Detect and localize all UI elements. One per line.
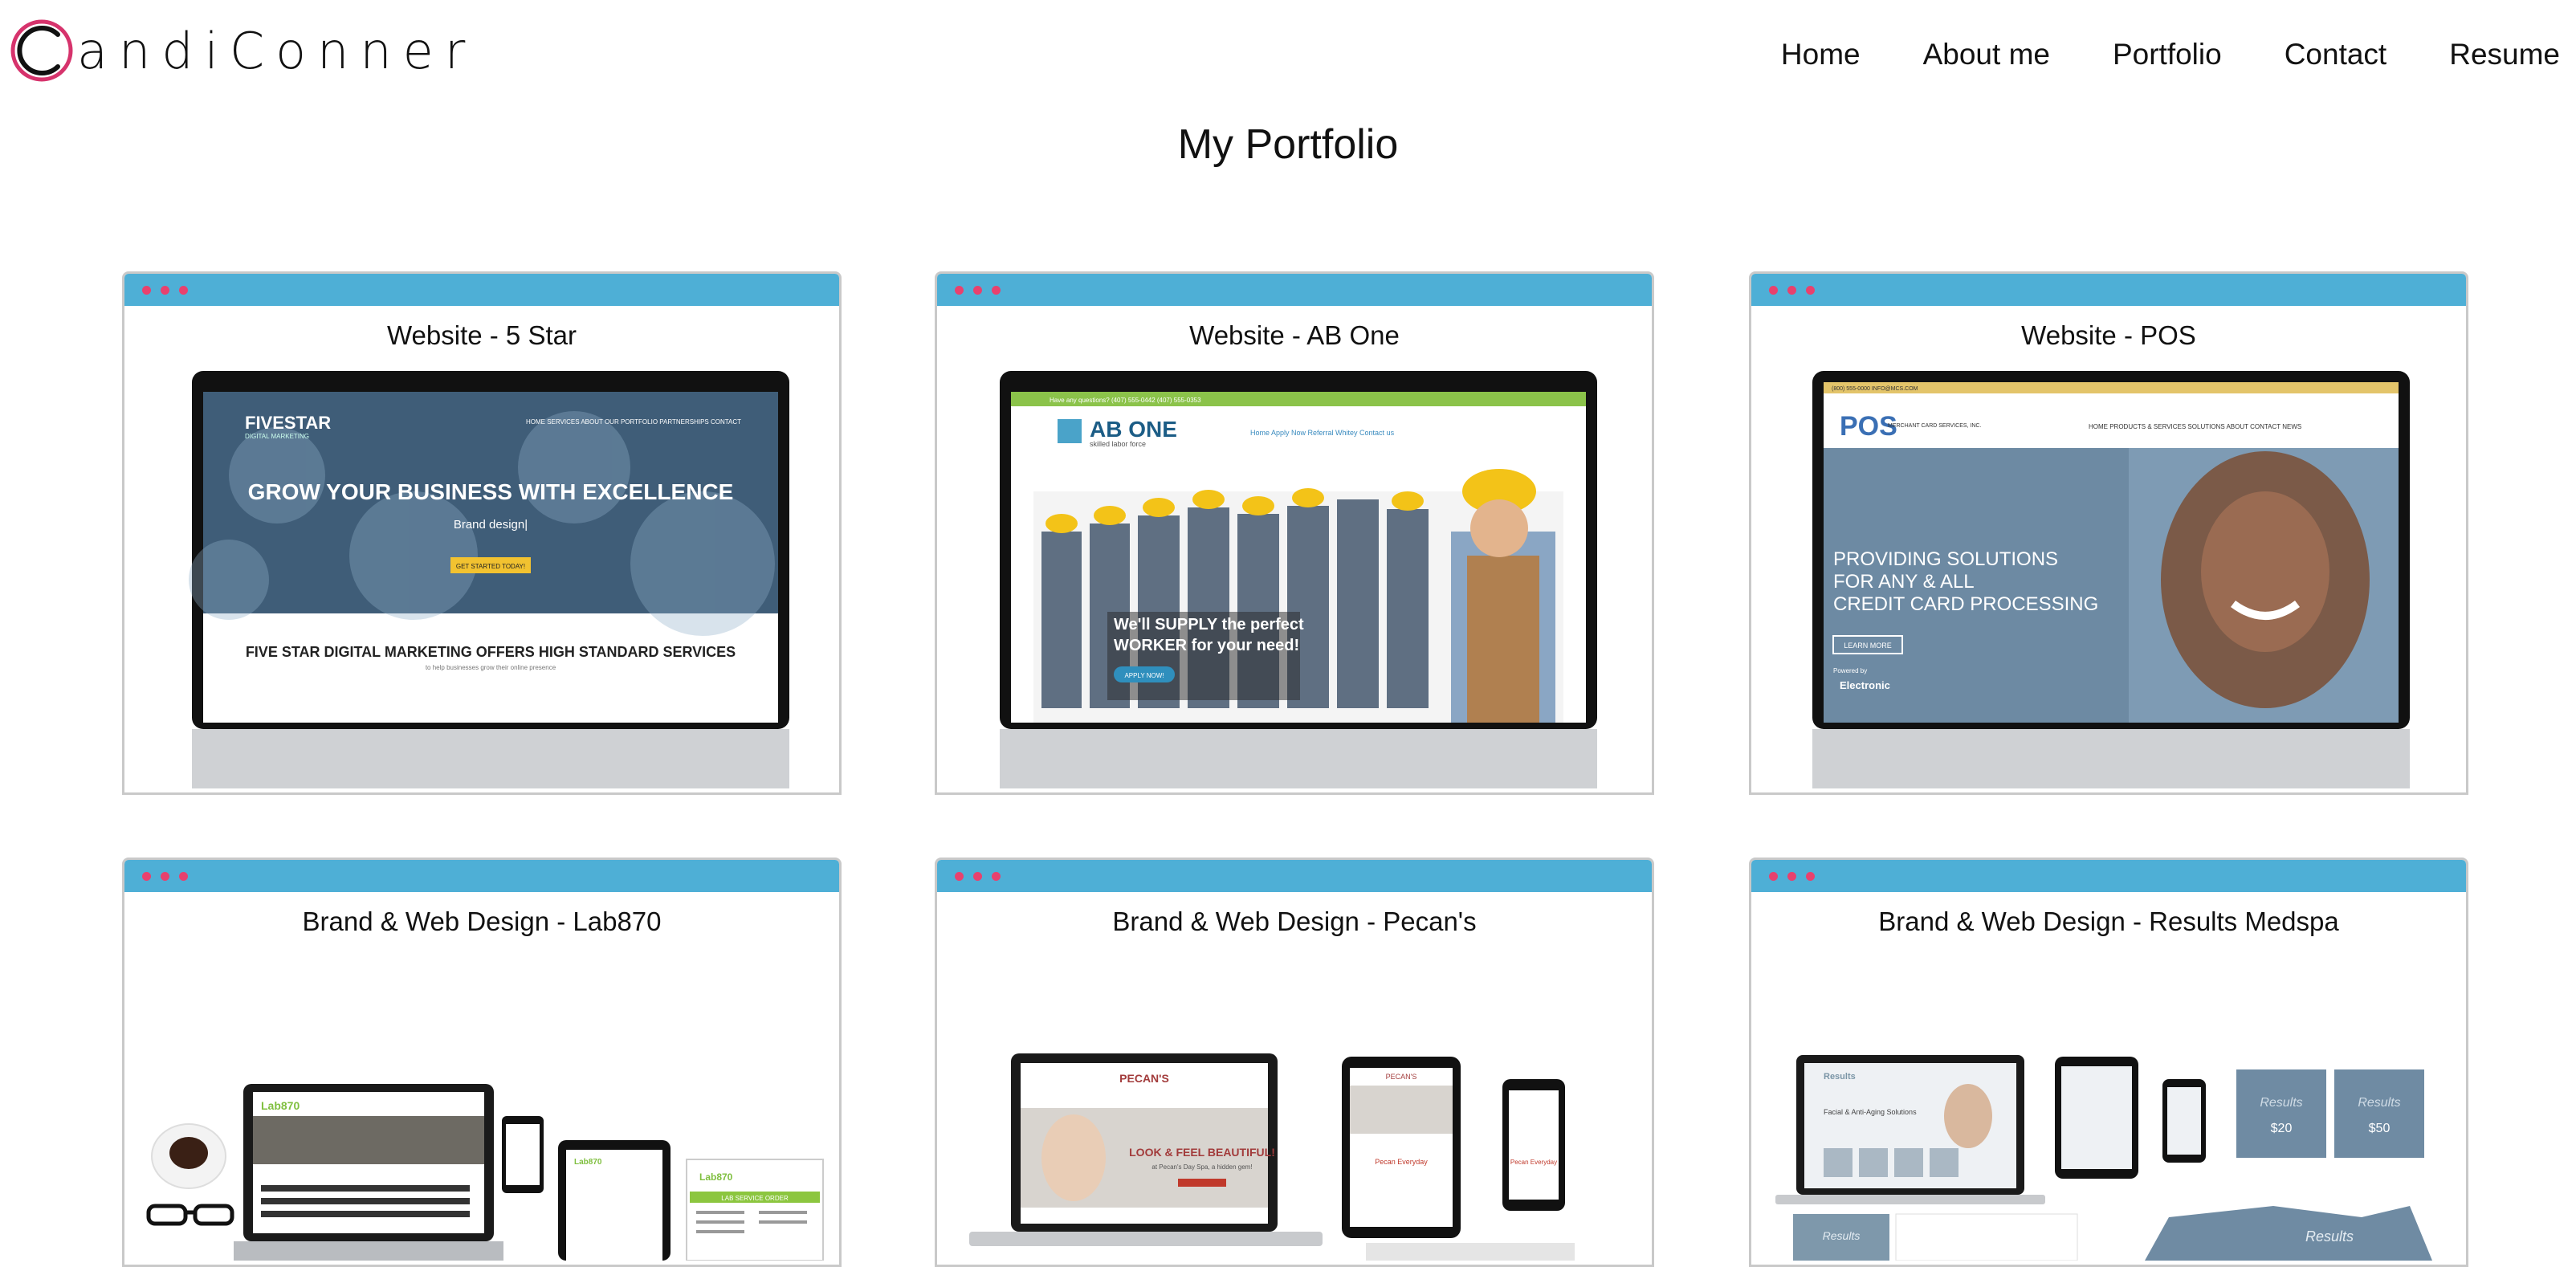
window-dot-icon	[161, 285, 169, 295]
svg-text:$50: $50	[2369, 1122, 2391, 1135]
svg-text:HOME SERVICES ABOUT OUR: HOME SERVICES ABOUT OUR PORTFOLIO PARTNE…	[526, 418, 741, 426]
card-preview-image: Lab870 Lab870 Lab870 LAB SERVICE ORDER	[124, 996, 839, 1265]
svg-text:LAB SERVICE ORDER: LAB SERVICE ORDER	[721, 1195, 789, 1202]
window-dot-icon	[179, 871, 188, 881]
svg-text:LEARN MORE: LEARN MORE	[1844, 642, 1892, 650]
svg-text:Pecan Everyday: Pecan Everyday	[1510, 1159, 1557, 1166]
svg-text:PECAN'S: PECAN'S	[1386, 1073, 1417, 1081]
window-dot-icon	[142, 285, 151, 295]
window-dot-icon	[1806, 871, 1815, 881]
svg-text:WORKER for your need!: WORKER for your need!	[1114, 637, 1299, 654]
portfolio-card-pos[interactable]: Website - POS (800) 555-0000 INFO@MCS.CO…	[1749, 271, 2468, 795]
svg-text:Results: Results	[1823, 1229, 1861, 1242]
svg-text:to help businesses grow their: to help businesses grow their online pre…	[426, 664, 556, 671]
portfolio-card-ab-one[interactable]: Website - AB One Have any questions? (40…	[935, 271, 1654, 795]
card-preview-image: (800) 555-0000 INFO@MCS.COM POS MERCHANT…	[1751, 371, 2466, 792]
svg-text:$20: $20	[2271, 1122, 2293, 1135]
svg-text:Lab870: Lab870	[261, 1099, 300, 1112]
svg-text:Results: Results	[2305, 1228, 2354, 1245]
portfolio-card-lab870[interactable]: Brand & Web Design - Lab870 Lab870 Lab87…	[122, 858, 842, 1267]
site-header: C andiConner Home About me Portfolio Con…	[0, 0, 2576, 104]
svg-text:We'll SUPPLY the perfect: We'll SUPPLY the perfect	[1114, 616, 1304, 634]
nav-home[interactable]: Home	[1781, 38, 1861, 71]
svg-text:Electronic: Electronic	[1840, 679, 1890, 691]
card-title: Brand & Web Design - Pecan's	[1112, 906, 1477, 936]
nav-resume[interactable]: Resume	[2449, 38, 2560, 71]
portfolio-card-results-medspa[interactable]: Brand & Web Design - Results Medspa Resu…	[1749, 858, 2468, 1267]
card-preview-image: Have any questions? (407) 555-0442 (407)…	[937, 371, 1652, 792]
svg-text:FIVE STAR DIGITAL MARKETING OF: FIVE STAR DIGITAL MARKETING OFFERS HIGH …	[246, 644, 736, 660]
svg-text:HOME PRODUCTS & SERVICES S: HOME PRODUCTS & SERVICES SOLUTIONS ABOUT…	[2089, 423, 2301, 430]
svg-text:FIVESTAR: FIVESTAR	[245, 413, 331, 433]
svg-text:FOR ANY & ALL: FOR ANY & ALL	[1833, 571, 1975, 593]
svg-text:CREDIT CARD PROCESSING: CREDIT CARD PROCESSING	[1833, 593, 2098, 615]
svg-text:Results: Results	[1824, 1072, 1856, 1082]
svg-text:Have any questions? (407) 55: Have any questions? (407) 555-0442 (407)…	[1050, 397, 1201, 404]
card-window-bar	[124, 860, 839, 892]
svg-text:Pecan Everyday: Pecan Everyday	[1375, 1158, 1428, 1166]
nav-contact[interactable]: Contact	[2285, 38, 2387, 71]
card-preview-image: FIVESTAR DIGITAL MARKETING HOME SERVICES…	[124, 371, 839, 792]
card-window-bar	[124, 274, 839, 306]
window-dot-icon	[1769, 871, 1778, 881]
window-dot-icon	[179, 285, 188, 295]
portfolio-card-5-star[interactable]: Website - 5 Star FIVESTAR DIGITAL MARKET…	[122, 271, 842, 795]
svg-text:GROW YOUR BUSINESS WITH EXCELL: GROW YOUR BUSINESS WITH EXCELLENCE	[248, 479, 734, 504]
window-dot-icon	[992, 871, 1001, 881]
svg-text:AB ONE: AB ONE	[1090, 417, 1177, 442]
window-dot-icon	[955, 871, 964, 881]
svg-text:Lab870: Lab870	[699, 1171, 733, 1183]
window-dot-icon	[1806, 285, 1815, 295]
svg-text:GET STARTED TODAY!: GET STARTED TODAY!	[456, 563, 525, 570]
nav-portfolio[interactable]: Portfolio	[2113, 38, 2222, 71]
card-title: Website - POS	[2021, 320, 2196, 350]
svg-text:PECAN'S: PECAN'S	[1119, 1072, 1169, 1085]
svg-text:PROVIDING SOLUTIONS: PROVIDING SOLUTIONS	[1833, 548, 2058, 570]
portfolio-card-pecans[interactable]: Brand & Web Design - Pecan's PECAN'S LOO…	[935, 858, 1654, 1267]
card-window-bar	[937, 274, 1652, 306]
card-preview-image: Results Facial & Anti-Aging Solutions Re…	[1751, 996, 2466, 1265]
window-dot-icon	[973, 285, 982, 295]
window-dot-icon	[1787, 285, 1796, 295]
window-dot-icon	[992, 285, 1001, 295]
page-title: My Portfolio	[1177, 121, 1399, 168]
card-title: Brand & Web Design - Results Medspa	[1878, 906, 2339, 936]
window-dot-icon	[1769, 285, 1778, 295]
card-preview-image: PECAN'S LOOK & FEEL BEAUTIFUL! at Pecan'…	[937, 996, 1652, 1265]
page: C andiConner Home About me Portfolio Con…	[0, 0, 2576, 1267]
svg-text:at Pecan's Day Spa, a hidden g: at Pecan's Day Spa, a hidden gem!	[1151, 1163, 1252, 1171]
site-logo[interactable]: C andiConner	[8, 14, 476, 87]
svg-text:Powered by: Powered by	[1833, 667, 1867, 674]
card-window-bar	[1751, 860, 2466, 892]
window-dot-icon	[955, 285, 964, 295]
card-title: Website - 5 Star	[387, 320, 577, 350]
svg-text:Facial & Anti-Aging Solutions: Facial & Anti-Aging Solutions	[1824, 1108, 1917, 1116]
svg-text:(800) 555-0000 INFO@MCS.COM: (800) 555-0000 INFO@MCS.COM	[1832, 386, 1918, 392]
logo-text: andiConner	[77, 21, 477, 80]
main-nav: Home About me Portfolio Contact Resume	[1718, 22, 2576, 87]
svg-text:skilled labor force: skilled labor force	[1090, 440, 1146, 448]
window-dot-icon	[1787, 871, 1796, 881]
window-dot-icon	[142, 871, 151, 881]
svg-text:Brand design|: Brand design|	[454, 518, 528, 532]
card-title: Brand & Web Design - Lab870	[302, 906, 662, 936]
svg-text:LOOK & FEEL BEAUTIFUL!: LOOK & FEEL BEAUTIFUL!	[1129, 1146, 1275, 1159]
svg-text:Results: Results	[2358, 1096, 2400, 1110]
svg-text:Results: Results	[2260, 1096, 2302, 1110]
card-window-bar	[937, 860, 1652, 892]
nav-about-me[interactable]: About me	[1923, 38, 2050, 71]
window-dot-icon	[973, 871, 982, 881]
window-dot-icon	[161, 871, 169, 881]
svg-text:MERCHANT CARD SERVICES, INC.: MERCHANT CARD SERVICES, INC.	[1888, 423, 1981, 429]
svg-text:Home Apply Now Referra: Home Apply Now Referral Whitey Contact u…	[1250, 429, 1395, 437]
svg-text:DIGITAL MARKETING: DIGITAL MARKETING	[245, 433, 309, 440]
card-title: Website - AB One	[1189, 320, 1400, 350]
card-window-bar	[1751, 274, 2466, 306]
svg-text:Lab870: Lab870	[574, 1158, 602, 1167]
logo-mark-icon: C	[8, 17, 75, 84]
svg-text:APPLY NOW!: APPLY NOW!	[1124, 672, 1164, 679]
